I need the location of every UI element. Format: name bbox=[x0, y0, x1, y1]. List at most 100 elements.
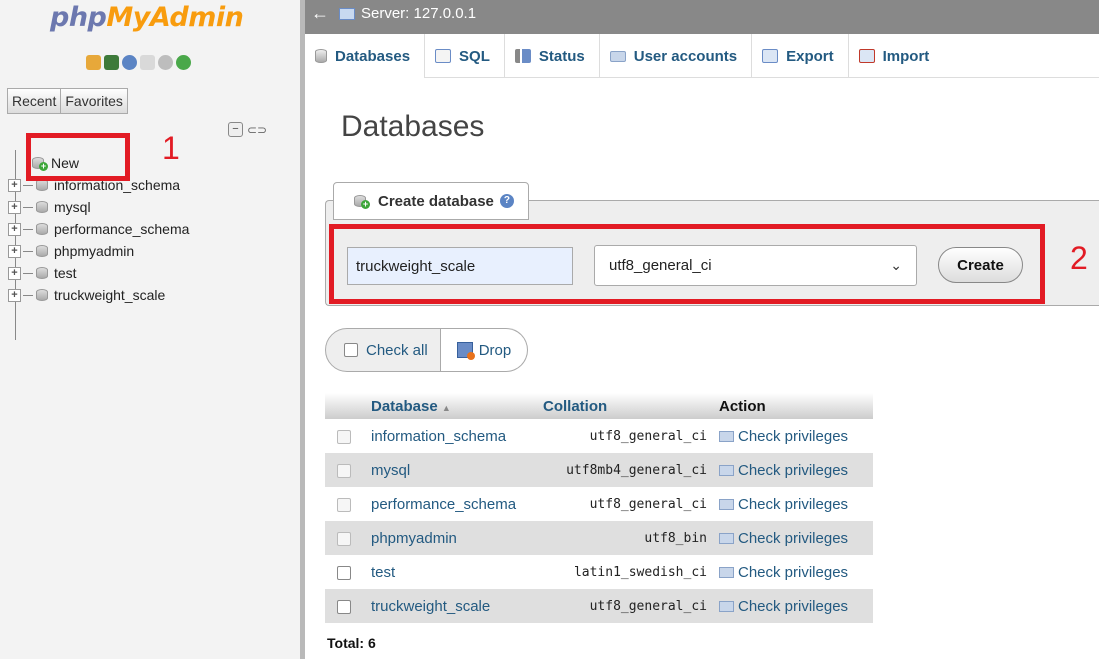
settings-icon[interactable] bbox=[158, 55, 173, 70]
tab-databases[interactable]: Databases bbox=[305, 34, 426, 78]
expand-icon[interactable]: + bbox=[8, 200, 21, 214]
database-collation: utf8_general_ci bbox=[537, 487, 713, 521]
tab-sql[interactable]: SQL bbox=[425, 34, 505, 78]
check-privileges-label[interactable]: Check privileges bbox=[738, 530, 848, 547]
home-icon[interactable] bbox=[86, 55, 101, 70]
row-checkbox[interactable] bbox=[337, 565, 351, 580]
tab-user-accounts[interactable]: User accounts bbox=[600, 34, 753, 78]
expand-icon[interactable]: + bbox=[8, 266, 21, 280]
database-name[interactable]: test bbox=[365, 555, 537, 589]
check-privileges-link[interactable]: Check privileges bbox=[713, 419, 873, 453]
table-row: mysql utf8mb4_general_ci Check privilege… bbox=[325, 453, 873, 487]
check-privileges-label[interactable]: Check privileges bbox=[738, 598, 848, 615]
database-collation: utf8mb4_general_ci bbox=[537, 453, 713, 487]
annotation-box-1 bbox=[26, 133, 130, 181]
header-database-label[interactable]: Database bbox=[371, 398, 438, 415]
database-name[interactable]: performance_schema bbox=[365, 487, 537, 521]
drop-button[interactable]: Drop bbox=[440, 328, 529, 372]
back-arrow-icon[interactable]: ← bbox=[311, 3, 329, 24]
drop-icon bbox=[456, 342, 475, 360]
collapse-all-icon[interactable]: − bbox=[228, 122, 243, 137]
row-checkbox-cell bbox=[325, 589, 365, 623]
privileges-icon bbox=[719, 430, 734, 442]
tab-export[interactable]: Export bbox=[752, 34, 849, 78]
database-name[interactable]: truckweight_scale bbox=[365, 589, 537, 623]
tree-item-label[interactable]: performance_schema bbox=[54, 221, 189, 237]
import-icon bbox=[858, 49, 875, 63]
tree-item-database[interactable]: + test bbox=[8, 262, 288, 284]
top-menu-tabs: Databases SQL Status User accounts Expor… bbox=[305, 34, 1099, 78]
row-checkbox[interactable] bbox=[337, 599, 351, 614]
tab-status[interactable]: Status bbox=[505, 34, 600, 78]
check-privileges-label[interactable]: Check privileges bbox=[738, 496, 848, 513]
logout-icon[interactable] bbox=[104, 55, 119, 70]
database-icon bbox=[36, 289, 48, 301]
database-collation: utf8_bin bbox=[537, 521, 713, 555]
check-privileges-link[interactable]: Check privileges bbox=[713, 453, 873, 487]
check-privileges-link[interactable]: Check privileges bbox=[713, 521, 873, 555]
table-header-row: Database ▲ Collation Action bbox=[325, 393, 873, 419]
main-content: ← Server: 127.0.0.1 Databases SQL Status… bbox=[305, 0, 1099, 659]
phpmyadmin-logo[interactable]: phpMyAdmin bbox=[50, 2, 244, 34]
status-icon bbox=[514, 49, 531, 63]
annotation-box-2 bbox=[329, 224, 1045, 304]
navigation-panel: phpMyAdmin Recent Favorites − ⊂⊃ + New +… bbox=[0, 0, 300, 659]
tree-item-label[interactable]: phpmyadmin bbox=[54, 243, 134, 259]
tab-label: SQL bbox=[459, 47, 490, 65]
check-privileges-label[interactable]: Check privileges bbox=[738, 428, 848, 445]
tree-item-label[interactable]: truckweight_scale bbox=[54, 287, 165, 303]
tree-item-label[interactable]: test bbox=[54, 265, 77, 281]
server-label[interactable]: Server: 127.0.0.1 bbox=[361, 5, 476, 22]
tab-import[interactable]: Import bbox=[849, 34, 944, 78]
tree-item-database[interactable]: + truckweight_scale bbox=[8, 284, 288, 306]
link-icon[interactable]: ⊂⊃ bbox=[247, 123, 267, 137]
recent-favorites-tabs: Recent Favorites bbox=[7, 88, 128, 114]
tree-item-database[interactable]: + phpmyadmin bbox=[8, 240, 288, 262]
favorites-button[interactable]: Favorites bbox=[61, 88, 128, 114]
privileges-icon bbox=[719, 600, 734, 612]
row-checkbox[interactable] bbox=[337, 429, 351, 444]
new-database-icon: + bbox=[354, 193, 370, 209]
create-database-legend: + Create database ? bbox=[333, 182, 529, 220]
server-link[interactable]: Server: 127.0.0.1 bbox=[339, 5, 476, 22]
expand-icon[interactable]: + bbox=[8, 178, 21, 192]
database-name[interactable]: information_schema bbox=[365, 419, 537, 453]
check-all-label[interactable]: Check all bbox=[366, 342, 428, 359]
database-collation: latin1_swedish_ci bbox=[537, 555, 713, 589]
row-checkbox-cell bbox=[325, 453, 365, 487]
database-name[interactable]: phpmyadmin bbox=[365, 521, 537, 555]
server-breadcrumb: ← Server: 127.0.0.1 bbox=[305, 0, 1099, 34]
help-icon[interactable]: ? bbox=[499, 194, 514, 208]
row-checkbox[interactable] bbox=[337, 497, 351, 512]
tree-item-database[interactable]: + performance_schema bbox=[8, 218, 288, 240]
database-collation: utf8_general_ci bbox=[537, 419, 713, 453]
privileges-icon bbox=[719, 464, 734, 476]
check-privileges-link[interactable]: Check privileges bbox=[713, 589, 873, 623]
header-collation[interactable]: Collation bbox=[537, 393, 713, 419]
annotation-number-2: 2 bbox=[1070, 240, 1088, 276]
reload-icon[interactable] bbox=[176, 55, 191, 70]
help-icon[interactable] bbox=[122, 55, 137, 70]
tab-label: Import bbox=[882, 47, 930, 65]
nav-quick-icons bbox=[86, 55, 191, 70]
database-name[interactable]: mysql bbox=[365, 453, 537, 487]
check-privileges-link[interactable]: Check privileges bbox=[713, 555, 873, 589]
tab-label: Export bbox=[786, 47, 834, 65]
sort-ascending-icon: ▲ bbox=[441, 402, 451, 413]
check-privileges-label[interactable]: Check privileges bbox=[738, 564, 848, 581]
expand-icon[interactable]: + bbox=[8, 222, 21, 236]
check-all-checkbox[interactable] bbox=[344, 343, 358, 357]
row-checkbox[interactable] bbox=[337, 463, 351, 478]
docs-icon[interactable] bbox=[140, 55, 155, 70]
check-privileges-label[interactable]: Check privileges bbox=[738, 462, 848, 479]
tree-item-label[interactable]: mysql bbox=[54, 199, 91, 215]
expand-icon[interactable]: + bbox=[8, 288, 21, 302]
expand-icon[interactable]: + bbox=[8, 244, 21, 258]
check-all-control[interactable]: Check all bbox=[325, 328, 441, 372]
recent-button[interactable]: Recent bbox=[7, 88, 62, 114]
tree-item-database[interactable]: + mysql bbox=[8, 196, 288, 218]
table-row: phpmyadmin utf8_bin Check privileges bbox=[325, 521, 873, 555]
row-checkbox[interactable] bbox=[337, 531, 351, 546]
header-database[interactable]: Database ▲ bbox=[365, 393, 537, 419]
check-privileges-link[interactable]: Check privileges bbox=[713, 487, 873, 521]
